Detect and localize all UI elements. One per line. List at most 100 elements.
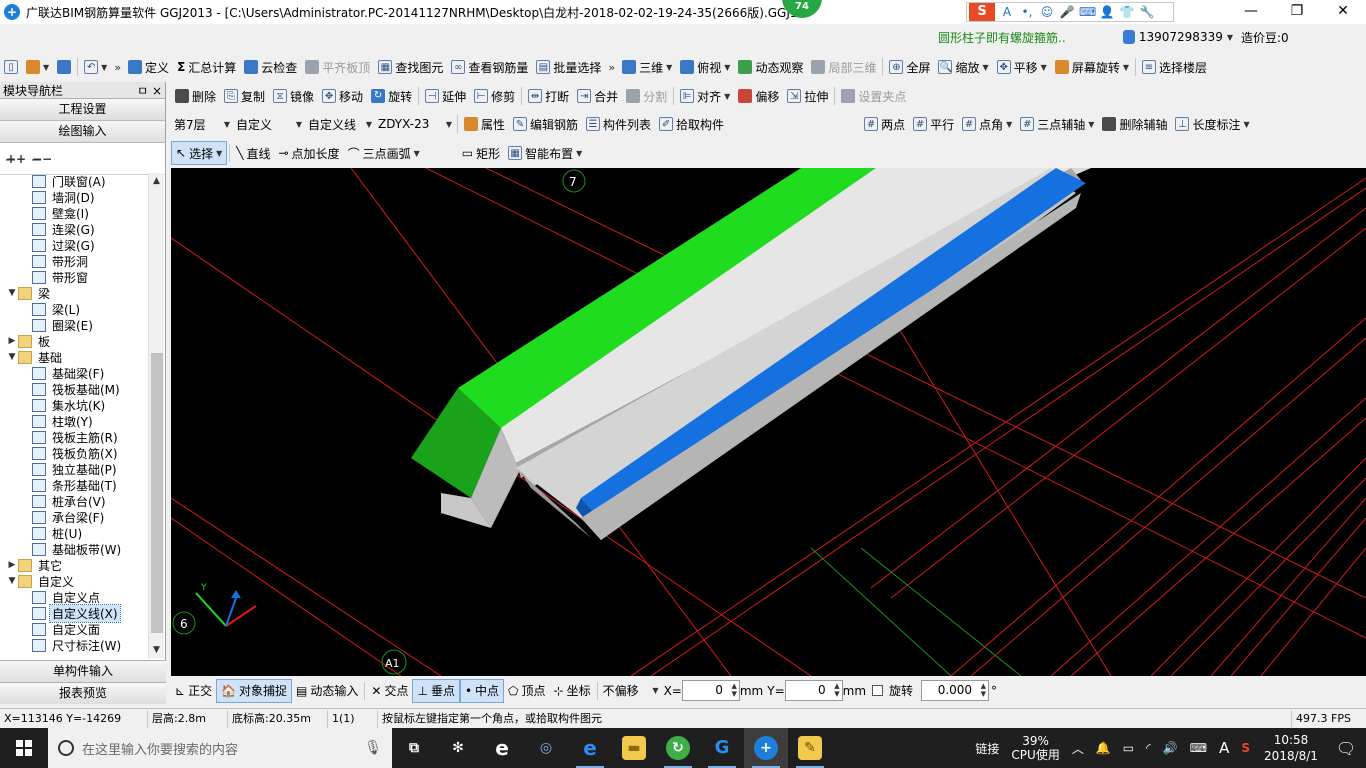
edit-rebar-button[interactable]: ✎ 编辑钢筋 xyxy=(509,112,582,136)
tree-item[interactable]: 筏板主筋(R) xyxy=(0,429,148,445)
tree-item[interactable]: 桩承台(V) xyxy=(0,493,148,509)
view-rebar-button[interactable]: ∞ 查看钢筋量 xyxy=(447,55,532,79)
tree-item[interactable]: 基础梁(F) xyxy=(0,365,148,381)
input-mode-indicator[interactable]: A xyxy=(1213,739,1235,757)
chevron-down-icon[interactable]: ▼ xyxy=(6,288,18,298)
tree-item[interactable]: 独立基础(P) xyxy=(0,461,148,477)
local-3d-button[interactable]: 局部三维 xyxy=(807,55,880,79)
batch-select-button[interactable]: ▤ 批量选择 xyxy=(532,55,605,79)
component-list-button[interactable]: ☰ 构件列表 xyxy=(582,112,655,136)
extend-button[interactable]: ⊣ 延伸 xyxy=(421,84,470,108)
skin-icon[interactable]: 👕 xyxy=(1119,5,1135,19)
tree-folder[interactable]: ▼ 梁 xyxy=(0,285,148,301)
tree-item[interactable]: 过梁(G) xyxy=(0,237,148,253)
length-dimension-button[interactable]: ⊥ 长度标注 ▼ xyxy=(1171,112,1253,136)
properties-button[interactable]: 属性 xyxy=(460,112,509,136)
two-point-axis-button[interactable]: # 两点 xyxy=(860,112,909,136)
tree-folder[interactable]: ▼ 自定义 xyxy=(0,573,148,589)
tree-item[interactable]: 自定义点 xyxy=(0,589,148,605)
tree-folder[interactable]: ▶ 其它 xyxy=(0,557,148,573)
close-button[interactable]: ✕ xyxy=(1320,0,1366,24)
action-center-icon[interactable]: 🗨 xyxy=(1326,739,1366,758)
merge-button[interactable]: ⇥ 合并 xyxy=(573,84,622,108)
floor-select[interactable]: 第7层 ▼ xyxy=(171,114,233,134)
tools-icon[interactable]: 🔧 xyxy=(1139,5,1155,19)
rotate-button[interactable]: ↻ 旋转 xyxy=(367,84,416,108)
tree-item[interactable]: 自定义面 xyxy=(0,621,148,637)
keyboard-icon[interactable]: ⌨ xyxy=(1079,5,1096,19)
tree-item[interactable]: 带形窗 xyxy=(0,269,148,285)
spinner-icon[interactable]: ▲ ▼ xyxy=(834,682,839,698)
zoom-button[interactable]: 🔍 缩放 ▼ xyxy=(934,55,992,79)
account[interactable]: 13907298339 ▼ xyxy=(1123,30,1233,44)
tree-item[interactable]: 条形基础(T) xyxy=(0,477,148,493)
category-select[interactable]: 自定义 ▼ xyxy=(233,114,305,134)
beans-count[interactable]: 造价豆:0 xyxy=(1241,29,1341,46)
tree-item[interactable]: 基础板带(W) xyxy=(0,541,148,557)
chevron-down-icon[interactable]: ▼ xyxy=(6,352,18,362)
tree-item[interactable]: 连梁(G) xyxy=(0,221,148,237)
tree-item[interactable]: 壁龛(I) xyxy=(0,205,148,221)
find-element-button[interactable]: ▦ 查找图元 xyxy=(374,55,447,79)
y-offset-input[interactable]: 0 ▲ ▼ xyxy=(784,680,843,701)
move-button[interactable]: ✥ 移动 xyxy=(318,84,367,108)
tip-link[interactable]: 圆形柱子即有螺旋箍筋.. xyxy=(938,29,1123,46)
x-offset-input[interactable]: 0 ▲ ▼ xyxy=(681,680,740,701)
mirror-button[interactable]: ⧖ 镜像 xyxy=(269,84,318,108)
object-snap-toggle[interactable]: 🏠 对象捕捉 xyxy=(216,678,293,703)
tree-item[interactable]: 带形洞 xyxy=(0,253,148,269)
point-angle-button[interactable]: # 点角 ▼ xyxy=(958,112,1016,136)
single-component-input-button[interactable]: 单构件输入 xyxy=(0,660,166,682)
cloud-check-button[interactable]: 云检查 xyxy=(240,55,301,79)
maximize-button[interactable]: ❐ xyxy=(1274,0,1320,24)
trim-button[interactable]: ⊢ 修剪 xyxy=(470,84,519,108)
delete-button[interactable]: 删除 xyxy=(171,84,220,108)
undo-button[interactable]: ↶ ▼ xyxy=(80,55,111,79)
drawing-viewport[interactable]: 7 6 A1 Y xyxy=(171,168,1366,676)
browser-button[interactable]: ◎ xyxy=(524,728,568,768)
volume-icon[interactable]: 🔊 xyxy=(1157,741,1184,755)
scroll-down-icon[interactable]: ▼ xyxy=(149,642,164,658)
vertex-snap-toggle[interactable]: ⬠ 顶点 xyxy=(504,679,549,703)
type-select[interactable]: 自定义线 ▼ xyxy=(305,114,375,134)
spinner-icon[interactable]: ▲ ▼ xyxy=(981,682,986,698)
chevron-right-icon[interactable]: ▶ xyxy=(6,560,18,570)
spinner-icon[interactable]: ▲ ▼ xyxy=(731,682,736,698)
align-slab-top-button[interactable]: 平齐板顶 xyxy=(301,55,374,79)
define-button[interactable]: 定义 xyxy=(124,55,173,79)
ggj-app-button[interactable]: + xyxy=(744,728,788,768)
user-icon[interactable]: 👤 xyxy=(1099,5,1115,19)
notes-app-button[interactable]: ✎ xyxy=(788,728,832,768)
offset-button[interactable]: 偏移 xyxy=(734,84,783,108)
custom-line-component[interactable] xyxy=(411,168,1366,540)
tree-item[interactable]: 集水坑(K) xyxy=(0,397,148,413)
chevron-down-icon[interactable]: ▼ xyxy=(6,576,18,586)
tree-folder[interactable]: ▼ 基础 xyxy=(0,349,148,365)
save-button[interactable] xyxy=(53,55,75,79)
summary-calc-button[interactable]: Σ 汇总计算 xyxy=(173,55,240,79)
tree-item[interactable]: 桩(U) xyxy=(0,525,148,541)
tree-folder[interactable]: ▶ 板 xyxy=(0,333,148,349)
clock[interactable]: 10:58 2018/8/1 xyxy=(1256,732,1326,764)
three-point-axis-button[interactable]: # 三点辅轴 ▼ xyxy=(1016,112,1098,136)
sogou-tray-icon[interactable]: S xyxy=(1235,741,1256,755)
select-floor-button[interactable]: ≡ 选择楼层 xyxy=(1138,55,1211,79)
coordinate-snap-toggle[interactable]: ⊹ 坐标 xyxy=(550,679,595,703)
smart-layout-button[interactable]: ▦ 智能布置 ▼ xyxy=(504,141,586,165)
microphone-icon[interactable]: 🎙 xyxy=(364,740,382,756)
break-button[interactable]: ⇹ 打断 xyxy=(524,84,573,108)
task-view-button[interactable]: ⧉ xyxy=(392,728,436,768)
project-settings-button[interactable]: 工程设置 xyxy=(0,99,165,121)
g-app-button[interactable]: G xyxy=(700,728,744,768)
line-button[interactable]: ╲ 直线 xyxy=(232,141,274,165)
tree-item[interactable]: 筏板负筋(X) xyxy=(0,445,148,461)
expand-all-icon[interactable]: +̶+ xyxy=(6,152,26,166)
dynamic-input-toggle[interactable]: ▤ 动态输入 xyxy=(292,679,362,703)
close-icon[interactable]: × xyxy=(152,84,162,98)
3d-view-button[interactable]: 三维 ▼ xyxy=(618,55,676,79)
voice-icon[interactable]: 🎤 xyxy=(1059,5,1075,19)
model-canvas[interactable]: 7 6 A1 Y xyxy=(171,168,1366,676)
ime-mode-icon[interactable]: A xyxy=(999,5,1015,19)
emoji-icon[interactable]: ☺ xyxy=(1039,5,1055,19)
tree-item[interactable]: 梁(L) xyxy=(0,301,148,317)
